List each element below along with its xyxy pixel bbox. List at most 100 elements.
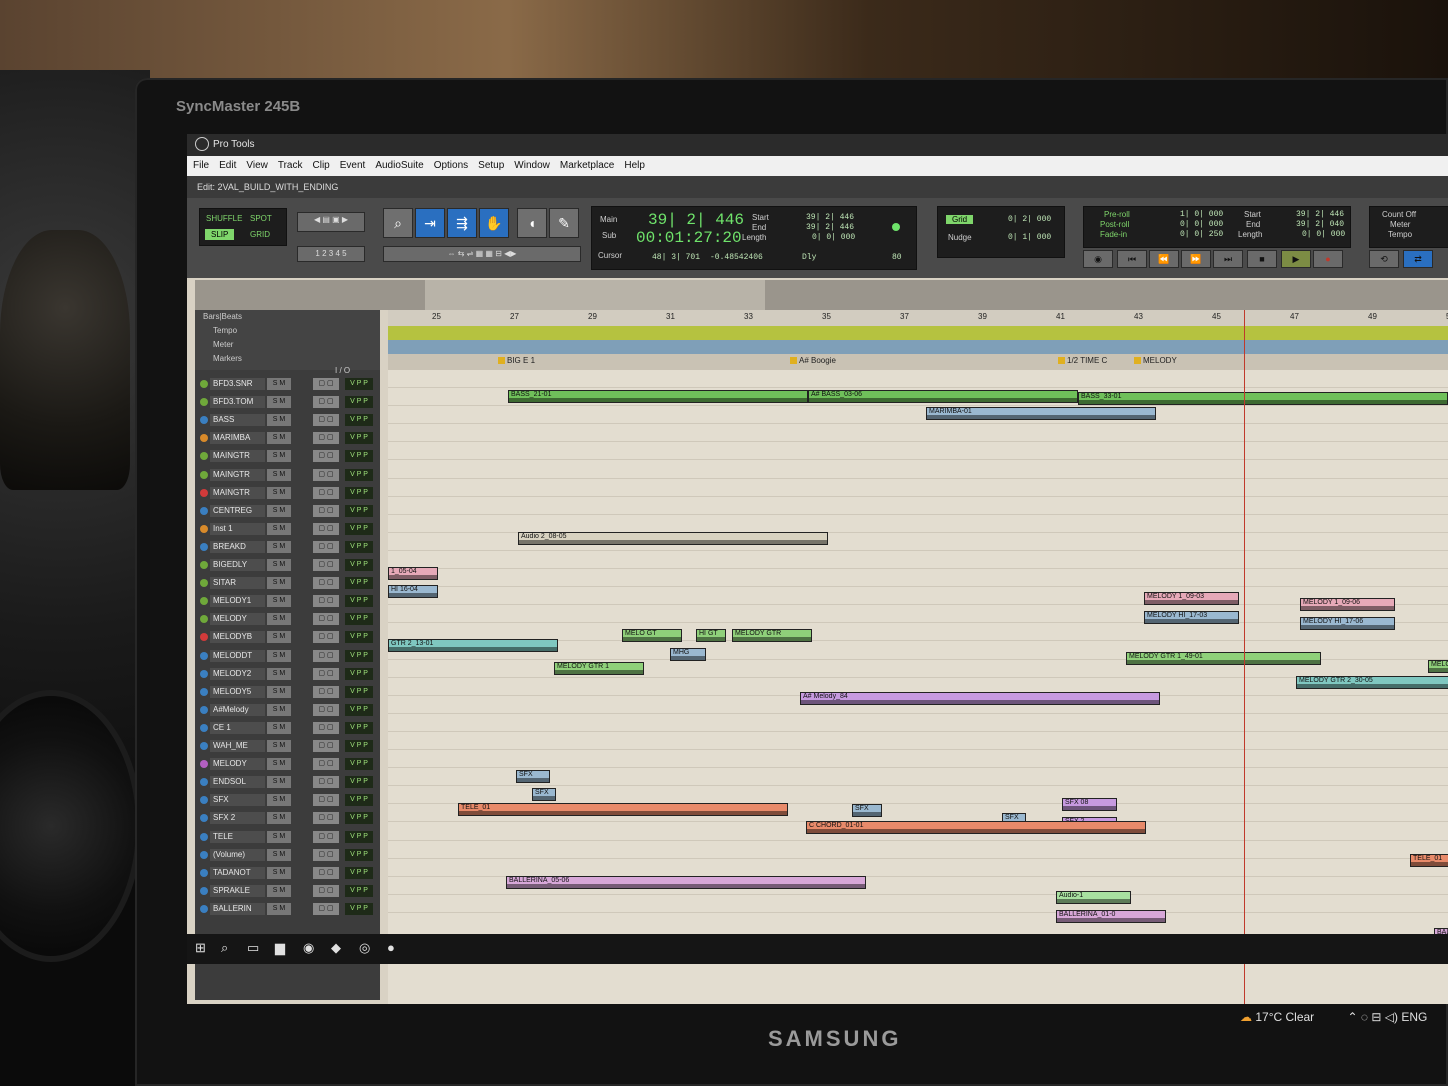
track-row[interactable]: SITAR S M ▢ ▢ V P P — [195, 575, 380, 592]
postroll-value[interactable]: 0| 0| 000 — [1180, 220, 1223, 229]
io-selector[interactable]: ▢ ▢ — [313, 884, 339, 897]
track-name[interactable]: MELODY — [210, 613, 265, 626]
track-name[interactable]: ENDSOL — [210, 776, 265, 789]
track-name[interactable]: BIGEDLY — [210, 559, 265, 571]
track-row[interactable]: SPRAKLE S M ▢ ▢ V P P — [195, 883, 380, 900]
track-row[interactable]: MELODY5 S M ▢ ▢ V P P — [195, 684, 380, 701]
track-row[interactable]: (Volume) S M ▢ ▢ V P P — [195, 847, 380, 864]
menu-view[interactable]: View — [246, 160, 268, 171]
audio-clip[interactable]: BALLERINA_05-06 — [506, 876, 866, 889]
solo-mute-buttons[interactable]: S M — [267, 866, 291, 879]
audio-clip[interactable]: C CHORD_01-01 — [806, 821, 1146, 834]
voice-playlist[interactable]: V P P — [345, 486, 373, 499]
grid-value[interactable]: 0| 2| 000 — [1008, 215, 1051, 224]
io-selector[interactable]: ▢ ▢ — [313, 432, 339, 445]
track-row[interactable]: BREAKD S M ▢ ▢ V P P — [195, 539, 380, 556]
tool-options-row[interactable]: ⇔ ⇆ ⇌ ▦ ▦ ⊟ ◀▶ — [383, 246, 581, 262]
solo-mute-buttons[interactable]: S M — [267, 812, 291, 825]
windows-start-icon[interactable]: ⊞ — [195, 940, 206, 956]
fast-forward-button[interactable]: ⏩ — [1181, 250, 1211, 268]
task-view-icon[interactable]: ▭ — [247, 940, 259, 956]
language-indicator[interactable]: ENG — [1401, 1010, 1427, 1024]
solo-mute-buttons[interactable]: S M — [267, 396, 291, 409]
track-lane[interactable] — [388, 587, 1448, 606]
track-name[interactable]: BASS — [210, 414, 265, 427]
audio-clip[interactable]: A# BASS_03-06 — [808, 390, 1078, 403]
io-selector[interactable]: ▢ ▢ — [313, 685, 339, 698]
solo-mute-buttons[interactable]: S M — [267, 414, 291, 427]
start2-value[interactable]: 39| 2| 446 — [1296, 210, 1344, 219]
track-name[interactable]: CENTREG — [210, 504, 265, 517]
track-name[interactable]: CE 1 — [210, 721, 265, 734]
track-name[interactable]: MELODY2 — [210, 667, 265, 680]
track-row[interactable]: CE 1S M ▢ ▢ V P P — [195, 720, 380, 737]
app-icon[interactable]: ◆ — [331, 940, 341, 956]
track-lane[interactable] — [388, 479, 1448, 497]
loop-record-button[interactable]: ⟲ — [1369, 250, 1399, 268]
voice-playlist[interactable]: V P P — [345, 830, 373, 843]
menu-track[interactable]: Track — [278, 160, 303, 171]
shuffle-mode-button[interactable]: SHUFFLE — [206, 214, 242, 223]
track-name[interactable]: BFD3.SNR — [210, 378, 265, 390]
voice-playlist[interactable]: V P P — [345, 848, 373, 861]
track-row[interactable]: TADANOT S M ▢ ▢ V P P — [195, 865, 380, 882]
audio-clip[interactable]: MELODY HI_17-06 — [1300, 617, 1395, 630]
track-lane[interactable] — [388, 569, 1448, 588]
voice-playlist[interactable]: V P P — [345, 631, 373, 644]
track-row[interactable]: Inst 1S M ▢ ▢ V P P — [195, 521, 380, 538]
start-value[interactable]: 39| 2| 446 — [806, 213, 854, 222]
track-lane[interactable] — [388, 859, 1448, 877]
audio-clip[interactable]: BALLERINA_01-0 — [1056, 910, 1166, 923]
nudge-value[interactable]: 0| 1| 000 — [1008, 233, 1051, 242]
record-button[interactable]: ● — [1313, 250, 1343, 268]
zoom-presets[interactable]: 1 2 3 4 5 — [297, 246, 365, 262]
track-lane[interactable] — [388, 461, 1448, 479]
track-row[interactable]: MAINGTR S M ▢ ▢ V P P — [195, 448, 380, 465]
rewind-button[interactable]: ⏪ — [1149, 250, 1179, 268]
search-icon[interactable]: ⌕ — [221, 940, 228, 956]
audio-clip[interactable]: SFX — [852, 804, 882, 817]
io-selector[interactable]: ▢ ▢ — [313, 902, 339, 915]
audio-clip[interactable]: SFX — [516, 770, 550, 783]
io-selector[interactable]: ▢ ▢ — [313, 378, 339, 390]
io-selector[interactable]: ▢ ▢ — [313, 522, 339, 535]
track-name[interactable]: MELODY5 — [210, 685, 265, 698]
io-selector[interactable]: ▢ ▢ — [313, 577, 339, 590]
menu-help[interactable]: Help — [624, 160, 645, 171]
audio-clip[interactable]: BASS_33-01 — [1078, 392, 1448, 405]
markers-ruler-label[interactable]: Markers — [213, 354, 242, 363]
marker-big-e[interactable]: BIG E 1 — [498, 356, 535, 365]
pencil-tool[interactable]: ✎ — [549, 208, 579, 238]
io-selector[interactable]: ▢ ▢ — [313, 631, 339, 644]
meter-ruler[interactable] — [388, 340, 1448, 354]
play-button[interactable]: ▶ — [1281, 250, 1311, 268]
audio-clip[interactable]: MELODY GTR — [732, 629, 812, 642]
audio-clip[interactable]: TELE_01 — [1410, 854, 1448, 867]
io-selector[interactable]: ▢ ▢ — [313, 794, 339, 807]
track-name[interactable]: MAINGTR — [210, 468, 265, 481]
io-selector[interactable]: ▢ ▢ — [313, 812, 339, 825]
track-lane[interactable] — [388, 551, 1448, 569]
track-lane[interactable] — [388, 714, 1448, 732]
universe-overview[interactable] — [195, 280, 1448, 310]
io-selector[interactable]: ▢ ▢ — [313, 703, 339, 716]
voice-playlist[interactable]: V P P — [345, 866, 373, 879]
audio-clip[interactable]: MHG — [670, 648, 706, 661]
solo-mute-buttons[interactable]: S M — [267, 758, 291, 771]
solo-mute-buttons[interactable]: S M — [267, 613, 291, 626]
io-selector[interactable]: ▢ ▢ — [313, 414, 339, 427]
voice-playlist[interactable]: V P P — [345, 685, 373, 698]
menu-setup[interactable]: Setup — [478, 160, 504, 171]
go-to-end-button[interactable]: ⏭ — [1213, 250, 1243, 268]
voice-playlist[interactable]: V P P — [345, 432, 373, 445]
solo-mute-buttons[interactable]: S M — [267, 450, 291, 463]
track-name[interactable]: SFX — [210, 794, 265, 807]
solo-mute-buttons[interactable]: S M — [267, 902, 291, 915]
countoff-label[interactable]: Count Off — [1382, 210, 1416, 219]
io-selector[interactable]: ▢ ▢ — [313, 559, 339, 571]
audio-clip[interactable]: SFX — [532, 788, 556, 801]
voice-playlist[interactable]: V P P — [345, 414, 373, 427]
other-app-icon[interactable]: ● — [387, 940, 395, 955]
track-name[interactable]: MELODY1 — [210, 595, 265, 608]
voice-playlist[interactable]: V P P — [345, 758, 373, 771]
